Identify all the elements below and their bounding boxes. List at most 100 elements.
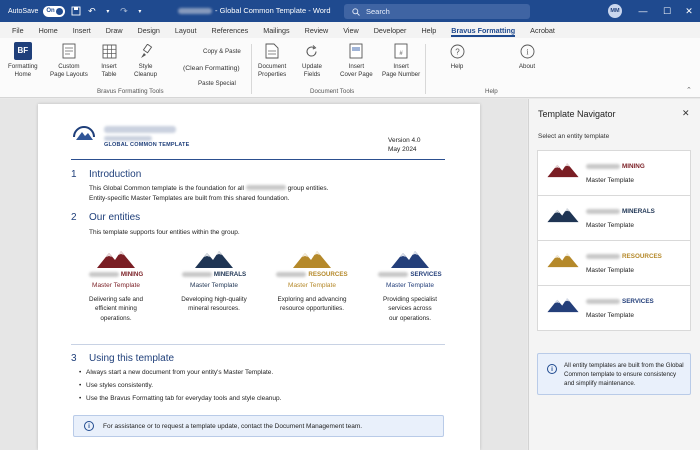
- tab-mailings[interactable]: Mailings: [263, 22, 289, 38]
- info-icon: i: [84, 421, 94, 431]
- entity-mining: MINING Master Template Delivering safe and…: [68, 247, 164, 323]
- company-logo-icon: [73, 126, 95, 140]
- search-box[interactable]: Search: [344, 4, 530, 19]
- undo-icon[interactable]: ↶: [86, 6, 97, 17]
- refresh-icon: [303, 42, 321, 60]
- close-icon[interactable]: ✕: [682, 4, 696, 18]
- info-icon: i: [518, 42, 536, 60]
- quick-access-toolbar: AutoSave On ↶ ▾ ↷ ▾: [0, 5, 145, 17]
- mountain-logo-icon: [97, 251, 135, 268]
- formatting-home-label: Formatting Home: [8, 63, 38, 78]
- update-fields-label: Update Fields: [302, 63, 322, 78]
- card-entity-name-text: RESOURCES: [622, 253, 662, 260]
- bullet-item: Use styles consistently.: [79, 382, 153, 389]
- help-label: Help: [450, 63, 464, 70]
- redo-icon[interactable]: ↷: [118, 6, 129, 17]
- style-cleanup-button[interactable]: Style Cleanup: [134, 42, 157, 79]
- ribbon-tabs: File Home Insert Draw Design Layout References…: [0, 22, 700, 38]
- tab-layout[interactable]: Layout: [175, 22, 197, 38]
- page-number-icon: #: [392, 42, 410, 60]
- entity-resources: RESOURCES Master Template Exploring and ad…: [264, 247, 360, 314]
- entity-template-label: Master Template: [190, 282, 238, 289]
- entity-description: Providing specialist services across our…: [383, 296, 437, 322]
- entity-template-label: Master Template: [92, 282, 140, 289]
- tab-draw[interactable]: Draw: [106, 22, 123, 38]
- help-button[interactable]: ? Help: [448, 42, 466, 71]
- section-number: 1: [71, 169, 77, 180]
- copy-paste-button[interactable]: Copy & Paste: [203, 48, 241, 55]
- search-icon: [352, 7, 360, 16]
- redacted-company-name: [104, 126, 176, 141]
- info-icon: i: [547, 364, 557, 374]
- section-title-using-template: Using this template: [89, 353, 175, 364]
- bf-logo-icon: BF: [13, 42, 32, 60]
- mountain-logo-icon: [547, 298, 579, 313]
- template-card-minerals[interactable]: MINERALS Master Template: [537, 195, 691, 241]
- insert-table-button[interactable]: Insert Table: [100, 42, 118, 79]
- ribbon-divider: [251, 44, 252, 94]
- redacted-name: [586, 254, 620, 259]
- autosave-toggle[interactable]: On: [43, 5, 66, 17]
- tab-view[interactable]: View: [343, 22, 358, 38]
- tab-insert[interactable]: Insert: [73, 22, 91, 38]
- svg-text:?: ?: [455, 47, 460, 56]
- intro-line-1b: group entities.: [287, 185, 329, 192]
- tab-file[interactable]: File: [12, 22, 24, 38]
- tab-review[interactable]: Review: [305, 22, 329, 38]
- assistance-note: i For assistance or to request a templat…: [73, 415, 444, 437]
- collapse-ribbon-icon[interactable]: ⌃: [686, 86, 692, 94]
- custom-page-layouts-button[interactable]: Custom Page Layouts: [50, 42, 88, 79]
- about-button[interactable]: i About: [518, 42, 536, 71]
- update-fields-button[interactable]: Update Fields: [302, 42, 322, 79]
- redacted-name: [88, 272, 119, 277]
- entity-description: Exploring and advancing resource opportu…: [277, 296, 347, 313]
- ribbon-divider: [425, 44, 426, 94]
- avatar[interactable]: MM: [608, 4, 622, 18]
- entity-description: Delivering safe and efficient mining ope…: [89, 296, 143, 322]
- formatting-home-button[interactable]: BF Formatting Home: [8, 42, 38, 79]
- document-properties-button[interactable]: Document Properties: [258, 42, 286, 79]
- insert-cover-page-button[interactable]: Insert Cover Page: [340, 42, 373, 79]
- navigator-info-text: All entity templates are built from the …: [564, 362, 684, 387]
- document-page[interactable]: GLOBAL COMMON TEMPLATE Version 4.0 May 2…: [38, 104, 480, 450]
- section-number: 2: [71, 212, 77, 223]
- redacted-name: [181, 272, 212, 277]
- entity-name-text: SERVICES: [410, 271, 442, 278]
- entity-template-label: Master Template: [386, 282, 434, 289]
- document-canvas[interactable]: GLOBAL COMMON TEMPLATE Version 4.0 May 2…: [0, 99, 527, 450]
- pane-title: Template Navigator: [538, 109, 616, 119]
- entity-name-text: MINING: [120, 271, 144, 278]
- intro-line-2: Entity-specific Master Templates are bui…: [89, 195, 290, 203]
- clean-formatting-button[interactable]: (Clean Formatting): [183, 65, 240, 72]
- tab-bravus-formatting[interactable]: Bravus Formatting: [451, 22, 515, 38]
- search-placeholder: Search: [366, 7, 390, 16]
- tab-developer[interactable]: Developer: [374, 22, 407, 38]
- template-card-services[interactable]: SERVICES Master Template: [537, 285, 691, 331]
- tab-design[interactable]: Design: [138, 22, 160, 38]
- mountain-logo-icon: [391, 251, 429, 268]
- about-label: About: [518, 63, 536, 70]
- version-info: Version 4.0 May 2024: [388, 136, 421, 154]
- insert-page-number-button[interactable]: # Insert Page Number: [382, 42, 420, 79]
- minimize-icon[interactable]: —: [636, 4, 650, 18]
- tab-references[interactable]: References: [212, 22, 249, 38]
- customize-qat-icon[interactable]: ▾: [134, 6, 145, 17]
- entity-name-text: MINERALS: [213, 271, 247, 278]
- tab-acrobat[interactable]: Acrobat: [530, 22, 555, 38]
- close-pane-icon[interactable]: ✕: [682, 108, 690, 119]
- maximize-icon[interactable]: ☐: [660, 4, 674, 18]
- insert-page-number-label: Insert Page Number: [382, 63, 421, 78]
- tab-home[interactable]: Home: [39, 22, 58, 38]
- section-title-our-entities: Our entities: [89, 212, 141, 223]
- template-card-mining[interactable]: MINING Master Template: [537, 150, 691, 196]
- save-icon[interactable]: [70, 6, 81, 17]
- template-card-resources[interactable]: RESOURCES Master Template: [537, 240, 691, 286]
- card-entity-name: RESOURCES: [586, 253, 662, 260]
- table-icon: [100, 42, 118, 60]
- cover-page-icon: [347, 42, 365, 60]
- redacted-name: [586, 299, 620, 304]
- redacted-name: [245, 185, 286, 190]
- paste-special-button[interactable]: Paste Special: [198, 80, 236, 87]
- chevron-down-icon[interactable]: ▾: [102, 6, 113, 17]
- tab-help[interactable]: Help: [421, 22, 436, 38]
